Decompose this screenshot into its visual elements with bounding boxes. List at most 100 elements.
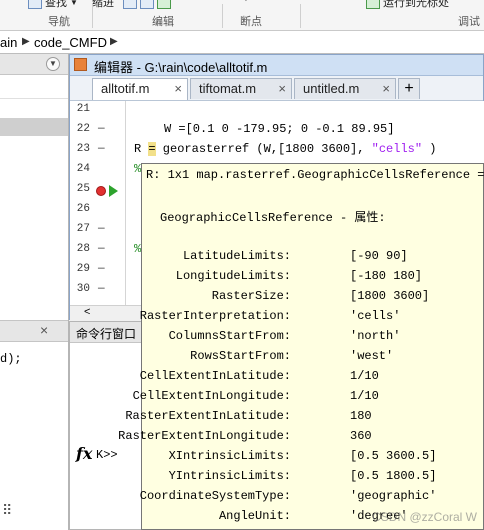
code-line-22: W =[0.1 0 -179.95; 0 -0.1 89.95] — [164, 122, 395, 136]
property-value: [-90 90] — [350, 249, 408, 263]
property-value: 1/10 — [350, 369, 379, 383]
property-key: RasterExtentInLongitude: — [118, 429, 291, 443]
editor-title-bar: 编辑器 - G:\rain\code\alltotif.m — [70, 55, 483, 76]
current-folder-panel: ▼ — [0, 54, 69, 530]
find-button[interactable]: 查找 ▼ — [28, 0, 78, 10]
chevron-down-icon: ▼ — [70, 0, 78, 7]
property-key: RasterInterpretation: — [139, 309, 291, 323]
property-value: [0.5 1800.5] — [350, 469, 437, 483]
property-value: 'north' — [350, 329, 401, 343]
editor-tabs: alltotif.m × tiftomat.m × untitled.m × + — [70, 76, 483, 101]
property-value: 'cells' — [350, 309, 401, 323]
grip-icon[interactable]: ⠿ — [2, 502, 12, 519]
line-marker[interactable]: — — [98, 223, 105, 235]
property-key: RowsStartFrom: — [190, 349, 291, 363]
line-marker[interactable]: — — [98, 143, 105, 155]
divider — [222, 4, 223, 28]
scroll-left-icon[interactable]: < — [84, 306, 90, 318]
property-key: RasterSize: — [211, 289, 291, 303]
section-debug: 调试 — [458, 16, 480, 28]
line-number: 21 — [76, 103, 90, 115]
breadcrumb-item[interactable]: code_CMFD — [34, 35, 107, 50]
command-window-title: 命令行窗口 — [76, 327, 137, 341]
variable-tooltip: R: 1x1 map.rasterref.GeographicCellsRefe… — [118, 163, 484, 530]
editor-title: 编辑器 - G:\rain\code\alltotif.m — [94, 60, 268, 75]
property-key: LatitudeLimits: — [182, 249, 291, 263]
property-key: CellExtentInLatitude: — [139, 369, 291, 383]
line-number: 30 — [76, 283, 90, 295]
property-key: ColumnsStartFrom: — [168, 329, 291, 343]
address-bar[interactable]: ain ▶ code_CMFD ▶ — [0, 31, 484, 54]
close-icon[interactable]: × — [40, 322, 48, 338]
line-number: 26 — [76, 203, 90, 215]
property-key: CellExtentInLongitude: — [132, 389, 291, 403]
property-key: CoordinateSystemType: — [139, 489, 291, 503]
breadcrumb-item[interactable]: ain — [0, 35, 17, 50]
chevron-down-icon: ▼ — [242, 0, 250, 3]
section-edit: 编辑 — [152, 16, 174, 28]
comment-icon — [140, 0, 154, 9]
chevron-right-icon[interactable]: ▶ — [110, 36, 118, 47]
property-value: [1800 3600] — [350, 289, 430, 303]
close-icon[interactable]: × — [382, 81, 390, 96]
line-number: 24 — [76, 163, 90, 175]
section-breakpoints: 断点 — [240, 16, 262, 28]
add-tab-button[interactable]: + — [398, 78, 420, 99]
line-number: 28 — [76, 243, 90, 255]
line-number: 22 — [76, 123, 90, 135]
editor-icon — [74, 58, 87, 71]
list-item[interactable] — [0, 78, 68, 99]
tab-tiftomat[interactable]: tiftomat.m × — [190, 78, 292, 99]
code-line-23: R = georasterref (W,[1800 3600], "cells"… — [134, 142, 437, 156]
command-prompt[interactable]: K>> — [96, 448, 118, 462]
format-icon — [157, 0, 171, 9]
property-key: AngleUnit: — [218, 509, 291, 523]
property-value: [0.5 3600.5] — [350, 449, 437, 463]
line-number: 25 — [76, 183, 90, 195]
property-key: XIntrinsicLimits: — [168, 449, 291, 463]
property-value: 'west' — [350, 349, 394, 363]
line-marker[interactable]: — — [98, 123, 105, 135]
divider — [300, 4, 301, 28]
section-navigate: 导航 — [48, 16, 70, 28]
indent-icon — [123, 0, 137, 9]
chevron-right-icon[interactable]: ▶ — [22, 36, 30, 47]
watermark: CSDN @zzCoral W — [372, 510, 477, 524]
property-value: 180 — [350, 409, 372, 423]
line-number: 23 — [76, 143, 90, 155]
line-marker[interactable]: — — [98, 263, 105, 275]
execution-arrow-icon — [109, 185, 118, 197]
workspace-header: × — [0, 320, 68, 342]
breakpoint-button[interactable]: ▼ — [242, 0, 250, 3]
run-to-cursor-button[interactable]: 运行到光标处 — [366, 0, 449, 10]
function-browser-icon[interactable]: fx — [76, 444, 92, 463]
indent-button[interactable]: 缩进 — [92, 0, 171, 10]
panel-header: ▼ — [0, 54, 68, 75]
workspace-text: d); — [0, 352, 22, 366]
divider — [92, 4, 93, 28]
tab-alltotif[interactable]: alltotif.m × — [92, 78, 188, 100]
line-number: 27 — [76, 223, 90, 235]
line-number: 29 — [76, 263, 90, 275]
line-marker[interactable]: — — [98, 243, 105, 255]
line-marker[interactable]: — — [98, 283, 105, 295]
search-icon — [28, 0, 42, 9]
property-value: [-180 180] — [350, 269, 423, 283]
tooltip-header: R: 1x1 map.rasterref.GeographicCellsRefe… — [146, 168, 484, 182]
breakpoint-icon[interactable] — [96, 186, 106, 196]
run-to-cursor-icon — [366, 0, 380, 9]
close-icon[interactable]: × — [278, 81, 286, 96]
property-key: LongitudeLimits: — [175, 269, 291, 283]
editor-gutter: 21 22 23 24 25 26 27 28 29 30 — — — — — … — [70, 101, 124, 305]
property-value: 'geographic' — [350, 489, 437, 503]
property-key: YIntrinsicLimits: — [168, 469, 291, 483]
list-item-selected[interactable] — [0, 118, 68, 136]
close-icon[interactable]: × — [174, 81, 182, 96]
tab-untitled[interactable]: untitled.m × — [294, 78, 396, 99]
tooltip-subheader: GeographicCellsReference - 属性: — [160, 211, 386, 225]
panel-menu-button[interactable]: ▼ — [46, 57, 60, 71]
property-value: 1/10 — [350, 389, 379, 403]
toolstrip: 查找 ▼ 缩进 ▼ 运行到光标处 导航 编辑 断点 调试 — [0, 0, 484, 31]
property-value: 360 — [350, 429, 372, 443]
property-key: RasterExtentInLatitude: — [125, 409, 291, 423]
